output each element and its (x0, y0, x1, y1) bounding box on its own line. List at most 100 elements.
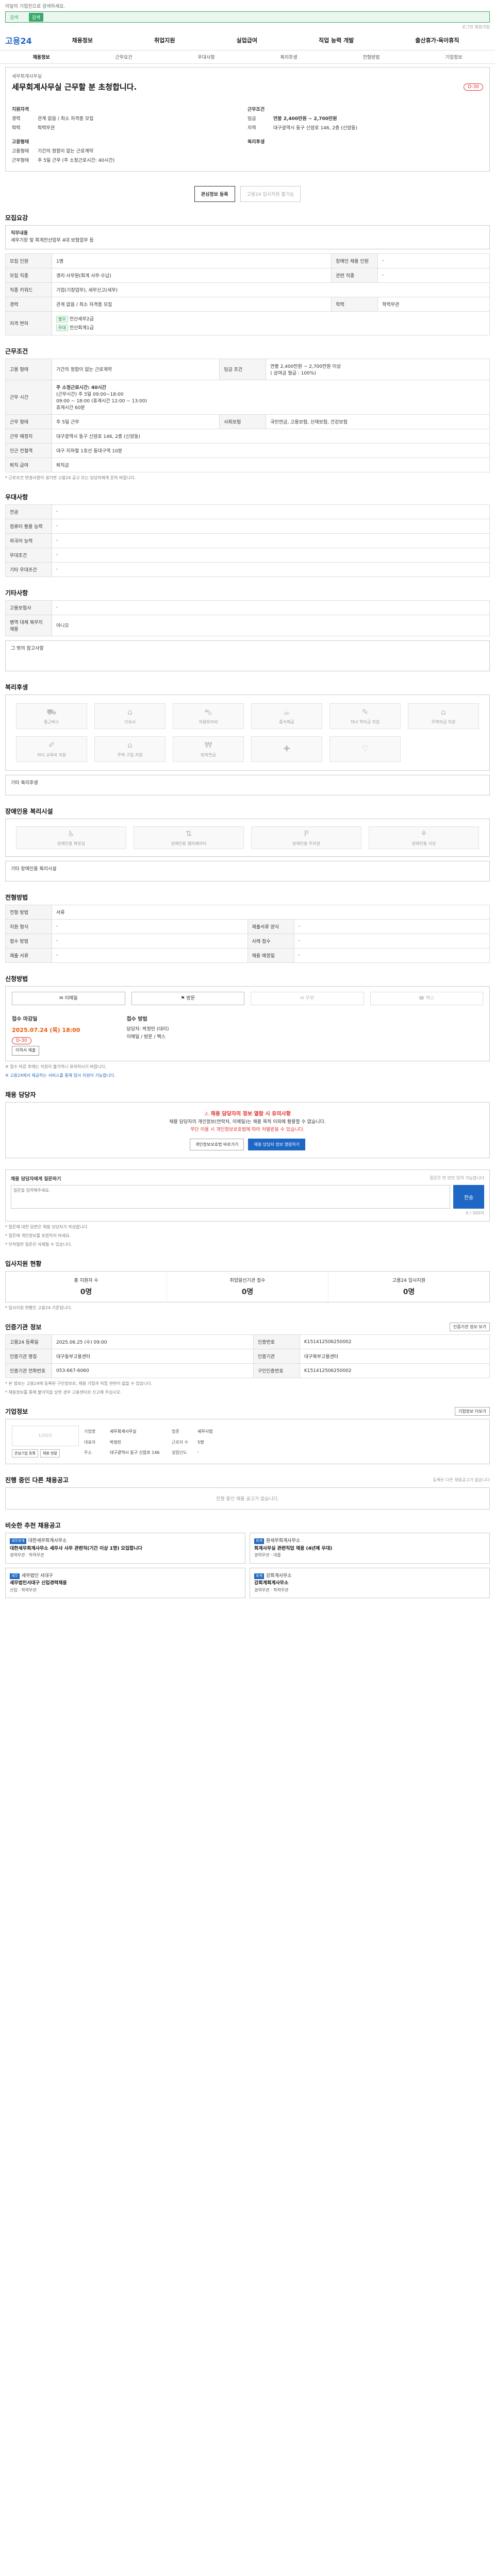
apply-disabled-button[interactable]: 고용24 입사지원 불가능 (240, 186, 301, 202)
site-logo[interactable]: 고용24 (5, 34, 41, 46)
menu-item-training[interactable]: 직업 능력 개발 (319, 36, 354, 44)
cell-label: 병역 대체 복무지 채용 (5, 614, 52, 636)
follow-company-button[interactable]: 관심기업 등록 (12, 1449, 38, 1458)
global-nav: 고용24 채용정보 취업지원 실업급여 직업 능력 개발 출산휴가·육아휴직 (0, 30, 495, 50)
kv-label: 대표자 (84, 1439, 96, 1445)
method-label: 이메일 (64, 995, 78, 1001)
cell-value: - (293, 919, 490, 934)
week-label: 주 소정근로시간: 40시간 (56, 385, 106, 391)
restroom-icon: ♿ 장애인용 화장실 (16, 826, 126, 849)
cell-value: 대구 지하철 1호선 동대구역 10분 (52, 443, 490, 458)
cell-value: 대구광역시 동구 신암로 146, 2층 (신암동) (52, 428, 490, 444)
util-links[interactable]: 로그인 회원가입 (0, 23, 495, 30)
emp-label: 고용형태 (12, 149, 29, 154)
company-box: LOGO 관심기업 등록 채용 현황 기업명 세무회계사무실 업종 세무사업 대표자 박… (5, 1419, 490, 1465)
other-table: 고용보험사 - 병역 대체 복무지 채용 아니오 (5, 600, 490, 636)
method-email: ✉ 이메일 (12, 991, 125, 1006)
disabled-grid: ♿ 장애인용 화장실 ⇅ 장애인용 엘리베이터 P 장애인용 주차장 ⚘ 장애인용 식당 (6, 819, 489, 856)
duty-box: 직무내용 세무기장 및 회계전산업무 4대 보험업무 등 (5, 225, 490, 249)
cell-value: 퇴직금 (52, 457, 490, 472)
cell-label: 관련 직종 (331, 267, 378, 283)
company-logo-area: LOGO 관심기업 등록 채용 현황 (12, 1426, 84, 1458)
tab-company[interactable]: 기업정보 (445, 54, 462, 60)
job-card[interactable]: 세무 세무법인 서대구 세무법인서대구 신입경력채용 신입 · 학력무관 (5, 1567, 245, 1599)
card-label: 회계 (254, 1573, 264, 1579)
gift-icon: ✚ (251, 736, 322, 762)
menu-item-support[interactable]: 취업지원 (154, 36, 175, 44)
cell-label: 고용 형태 (5, 358, 52, 380)
cell-label: 채용 예정일 (247, 947, 294, 963)
cell-label: 경력 (5, 296, 52, 312)
tab-selection[interactable]: 전형방법 (362, 54, 380, 60)
tab-recruit[interactable]: 채용정보 (32, 54, 50, 60)
kv-value: 세무사업 (197, 1429, 213, 1434)
cell-label: 우대조건 (5, 547, 52, 563)
menu-item-unemployment[interactable]: 실업급여 (236, 36, 257, 44)
dining-icon: ⚘ 장애인용 식당 (369, 826, 479, 849)
tab-pref[interactable]: 우대사항 (197, 54, 214, 60)
card-meta: 학력무관 (29, 1552, 44, 1557)
card-label: 세무 (10, 1573, 20, 1579)
card-label: 세무회계 (10, 1538, 26, 1545)
qa-input[interactable] (11, 1185, 450, 1209)
view-manager-button[interactable]: 채용 담당자 정보 열람하기 (248, 1138, 306, 1151)
cell-label: 외국어 능력 (5, 533, 52, 548)
cell-value: 기간의 정함이 없는 근로계약 (51, 358, 220, 380)
disabled-label: 장애인용 주차장 (292, 841, 321, 846)
health-icon: ♡ (329, 736, 401, 762)
other-notice: 그 밖의 참고사항 (5, 640, 490, 671)
kv-label: 주소 (84, 1450, 92, 1455)
tab-condition[interactable]: 근무요건 (115, 54, 132, 60)
cell-label: 퇴직 급여 (5, 457, 52, 472)
employment-type-title: 고용형태 (12, 140, 29, 145)
job-card[interactable]: 세무회계 대한세무회계사무소 대한세무회계사무소 세무사 사무 관련직(기간 이상 … (5, 1533, 245, 1564)
search-bar[interactable]: 검색 검색 (5, 11, 490, 23)
privacy-law-button[interactable]: 개인정보보호법 바로가기 (189, 1138, 244, 1151)
cell-value: - (377, 253, 490, 268)
cell-value: 연봉 2,400만원 ~ 2,700만원 이상( 상여금 월급 : 100%) (266, 358, 490, 380)
job-card[interactable]: 회계 강회계사무소 강회계회계사무소 경력무관 · 학력무관 (250, 1567, 490, 1599)
card-title: 대한세무회계사무소 세무사 사무 관련직(기간 이상 1명) 모집합니다 (10, 1546, 142, 1551)
manager-warn: ⚠ 채용 담당자의 정보 열람 시 유의사항 (13, 1110, 482, 1118)
emp-value: 기간의 정함이 없는 근로계약 (38, 149, 93, 154)
menu-item-jobs[interactable]: 채용정보 (72, 36, 93, 44)
cell-value: 국민연금, 고용보험, 산재보험, 건강보험 (266, 414, 490, 429)
qa-send-button[interactable]: 전송 (453, 1185, 484, 1209)
menu-item-leave[interactable]: 출산휴가·육아휴직 (415, 36, 459, 44)
cell-value: 1명 (51, 253, 332, 268)
license-required: 전산세무2급 (69, 316, 94, 322)
area-value: 대구광역시 동구 신암로 146, 2층 (신암동) (273, 126, 358, 131)
method-label: 우편 (305, 995, 315, 1001)
cell-label: 고용보험사 (5, 600, 52, 615)
stat-agency: 취업알선기관 접수 0명 (167, 1272, 328, 1302)
card-company: 원세무회계사무소 (266, 1538, 301, 1544)
cell-value: K151412506250002 (299, 1334, 490, 1350)
company-more-button[interactable]: 기업정보 더보기 (454, 1407, 490, 1416)
cell-label: 전형 방법 (5, 904, 52, 920)
bookmark-button[interactable]: 관심정보 등록 (194, 186, 235, 202)
home-icon: ⌂ 주택 구입 지원 (94, 736, 166, 762)
disabled-title: 장애인용 복리시설 (5, 807, 53, 815)
job-card[interactable]: 회계 원세무회계사무소 회계사무실 관련직업 채용 (4년제 우대) 경력무관 · 대… (250, 1533, 490, 1564)
cell-value: 경리·사무원(회계 사무·수납) (51, 267, 332, 283)
receipt-label: 접수 방법 (126, 1016, 147, 1023)
cell-value: 관계 없음 / 최소 자격증 모집 (51, 296, 332, 312)
resume-button[interactable]: 이력서 제출 (12, 1046, 40, 1056)
housing-icon: ⌂ 주택자금 지원 (408, 703, 479, 729)
card-meta: 경력무관 (254, 1587, 270, 1592)
search-tab[interactable]: 검색 (28, 12, 44, 22)
similar-cards: 세무회계 대한세무회계사무소 대한세무회계사무소 세무사 사무 관련직(기간 이상 … (5, 1533, 490, 1599)
tab-welfare[interactable]: 복리후생 (280, 54, 297, 60)
qualification-title: 지원자격 (12, 107, 29, 112)
education-icon: ✐ 자녀 교육비 지원 (16, 736, 87, 762)
cell-label: 구인인증번호 (253, 1363, 300, 1379)
bus-icon: ⛟ 통근버스 (16, 703, 87, 729)
agency-button[interactable]: 인증기관 정보 보기 (450, 1323, 490, 1332)
company-jobs-button[interactable]: 채용 현황 (40, 1449, 60, 1458)
welfare-label: 퇴직연금 (201, 753, 216, 758)
cell-value: 기업(기장업무), 세무신고(세무) (52, 282, 490, 297)
cell-value: - (52, 933, 248, 948)
cell-value: K151412506250002 (299, 1363, 490, 1379)
method-fax: ☎ 팩스 (370, 991, 483, 1006)
same-company-hint: 등록된 다른 채용공고가 없습니다 (433, 1478, 490, 1483)
